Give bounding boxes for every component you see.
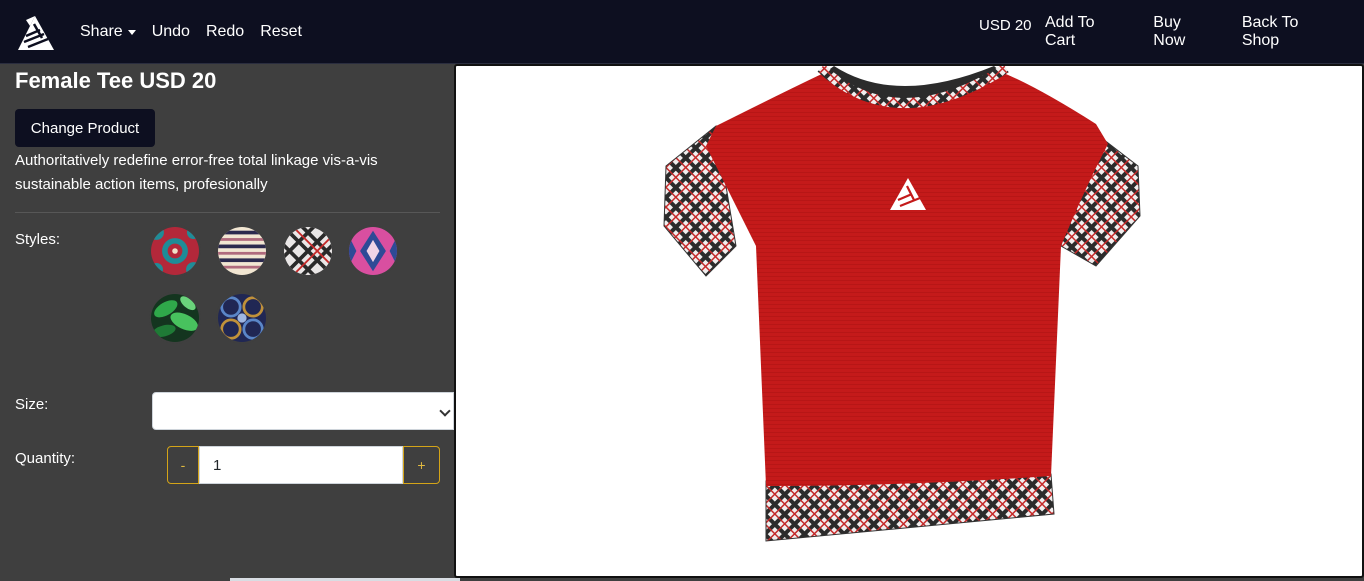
customizer-sidebar: Female Tee USD 20 Change Product Authori…	[0, 65, 455, 581]
style-swatch-tropical[interactable]	[149, 292, 201, 344]
divider	[15, 212, 440, 213]
add-to-cart-button[interactable]: Add To Cart	[1045, 14, 1127, 50]
reset-button[interactable]: Reset	[260, 23, 302, 41]
product-title: Female Tee USD 20	[15, 68, 217, 93]
style-swatch-teal-red[interactable]	[149, 225, 201, 277]
size-label: Size:	[15, 396, 49, 413]
back-to-shop-button[interactable]: Back To Shop	[1242, 14, 1338, 50]
quantity-increment-button[interactable]: +	[403, 446, 440, 484]
quantity-decrement-button[interactable]: -	[167, 446, 199, 484]
navbar: Share Undo Redo Reset USD 20 Add To Cart…	[0, 0, 1364, 64]
share-label: Share	[80, 23, 123, 40]
redo-button[interactable]: Redo	[206, 23, 244, 41]
buy-now-button[interactable]: Buy Now	[1153, 14, 1216, 50]
chevron-down-icon	[439, 405, 451, 417]
size-select[interactable]	[152, 392, 454, 430]
styles-label: Styles:	[15, 231, 61, 248]
style-swatch-ikat[interactable]	[347, 225, 399, 277]
product-description: Authoritatively redefine error-free tota…	[15, 152, 378, 193]
share-menu[interactable]: Share	[80, 23, 136, 41]
chevron-down-icon	[127, 29, 136, 35]
tshirt-preview	[663, 66, 1141, 542]
undo-button[interactable]: Undo	[152, 23, 190, 41]
price-label: USD 20	[979, 17, 1032, 34]
product-preview-canvas[interactable]	[454, 64, 1364, 578]
zebra-logo-icon[interactable]	[14, 14, 56, 52]
style-swatch-navy-circles[interactable]	[216, 292, 268, 344]
style-swatch-plaid[interactable]	[282, 225, 334, 277]
quantity-input[interactable]: 1	[199, 446, 403, 484]
quantity-stepper: - 1 +	[167, 446, 440, 484]
change-product-button[interactable]: Change Product	[15, 109, 155, 147]
quantity-label: Quantity:	[15, 450, 76, 467]
style-swatch-stripe[interactable]	[216, 225, 268, 277]
